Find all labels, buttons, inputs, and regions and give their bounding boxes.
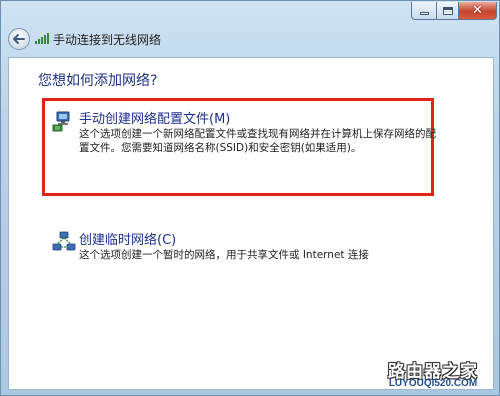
watermark-url: LUYOUQI520.COM [388, 378, 478, 389]
close-button[interactable]: ✕ [459, 2, 497, 20]
wireless-signal-icon [35, 33, 49, 44]
window-title: 手动连接到无线网络 [53, 33, 162, 47]
minimize-button[interactable] [411, 2, 437, 20]
option-adhoc-network-description: 这个选项创建一个暂时的网络，用于共享文件或 Internet 连接 [79, 249, 369, 261]
dialog-window: ✕ 手动连接到无线网络 您想如何添加网络? 手动创建网络配置文件(M) 这个选项… [0, 0, 500, 396]
option-adhoc-network-title: 创建临时网络(C) [79, 233, 177, 248]
back-button[interactable] [8, 28, 30, 50]
maximize-icon [442, 6, 453, 15]
minimize-icon [419, 12, 429, 15]
title-bar[interactable]: ✕ 手动连接到无线网络 [1, 1, 499, 53]
site-watermark: 路由器之家 LUYOUQI520.COM [373, 357, 493, 393]
maximize-button[interactable] [437, 2, 459, 20]
option-manual-profile-title: 手动创建网络配置文件(M) [79, 112, 231, 127]
back-arrow-icon [13, 34, 25, 44]
option-manual-profile-description: 这个选项创建一个新网络配置文件或查找现有网络并在计算机上保存网络的配置文件。您需… [79, 128, 436, 154]
main-content: 您想如何添加网络? 手动创建网络配置文件(M) 这个选项创建一个新网络配置文件或… [8, 57, 494, 390]
network-profile-icon [52, 111, 70, 132]
close-icon: ✕ [472, 3, 483, 18]
page-heading: 您想如何添加网络? [38, 73, 158, 89]
adhoc-network-icon [52, 231, 76, 251]
